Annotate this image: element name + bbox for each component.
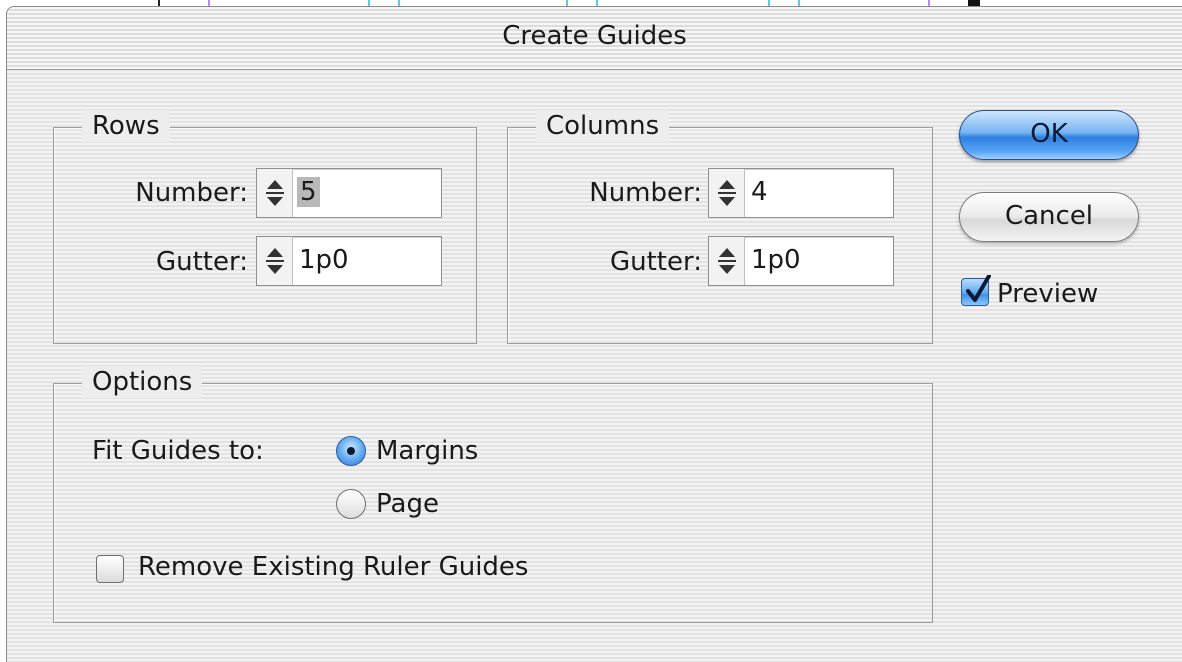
columns-number-field[interactable]: 4: [708, 168, 894, 218]
stepper-arrows-icon[interactable]: [257, 169, 293, 217]
stepper-arrows-icon[interactable]: [709, 237, 745, 285]
stepper-arrows-icon[interactable]: [709, 169, 745, 217]
options-group-label: Options: [82, 366, 203, 398]
checkmark-icon: [966, 275, 991, 302]
rows-gutter-field[interactable]: 1p0: [256, 236, 442, 286]
preview-checkbox[interactable]: [961, 275, 991, 306]
remove-guides-label[interactable]: Remove Existing Ruler Guides: [138, 552, 528, 582]
dialog-title: Create Guides: [502, 21, 687, 51]
create-guides-dialog: Create Guides Rows Number: 5 Gutter: 1p0…: [6, 6, 1182, 662]
columns-group: Columns Number: 4 Gutter: 1p0: [507, 110, 933, 344]
columns-number-label: Number:: [589, 178, 702, 208]
cancel-button[interactable]: Cancel: [959, 192, 1139, 242]
preview-label[interactable]: Preview: [997, 279, 1098, 309]
remove-guides-checkbox[interactable]: [96, 555, 124, 583]
stepper-arrows-icon[interactable]: [257, 237, 293, 285]
rows-gutter-value: 1p0: [299, 245, 349, 275]
rows-number-value: 5: [297, 177, 320, 207]
options-group: Options Fit Guides to: Margins Page Remo…: [53, 366, 933, 623]
rows-group-label: Rows: [82, 110, 170, 142]
radio-margins-label[interactable]: Margins: [376, 436, 478, 466]
rows-number-label: Number:: [135, 178, 248, 208]
columns-gutter-label: Gutter:: [609, 247, 702, 277]
rows-number-field[interactable]: 5: [256, 168, 442, 218]
radio-page-label[interactable]: Page: [376, 489, 439, 519]
radio-page[interactable]: [336, 489, 366, 519]
ok-button[interactable]: OK: [959, 110, 1139, 160]
radio-margins[interactable]: [336, 436, 366, 466]
rows-group: Rows Number: 5 Gutter: 1p0: [53, 110, 477, 344]
columns-gutter-field[interactable]: 1p0: [708, 236, 894, 286]
columns-group-label: Columns: [536, 110, 670, 142]
rows-gutter-label: Gutter:: [155, 247, 248, 277]
fit-guides-label: Fit Guides to:: [92, 436, 264, 466]
radio-selected-dot: [347, 447, 355, 455]
columns-gutter-value: 1p0: [751, 245, 801, 275]
dialog-titlebar[interactable]: Create Guides: [7, 7, 1182, 70]
columns-number-value: 4: [751, 177, 768, 207]
